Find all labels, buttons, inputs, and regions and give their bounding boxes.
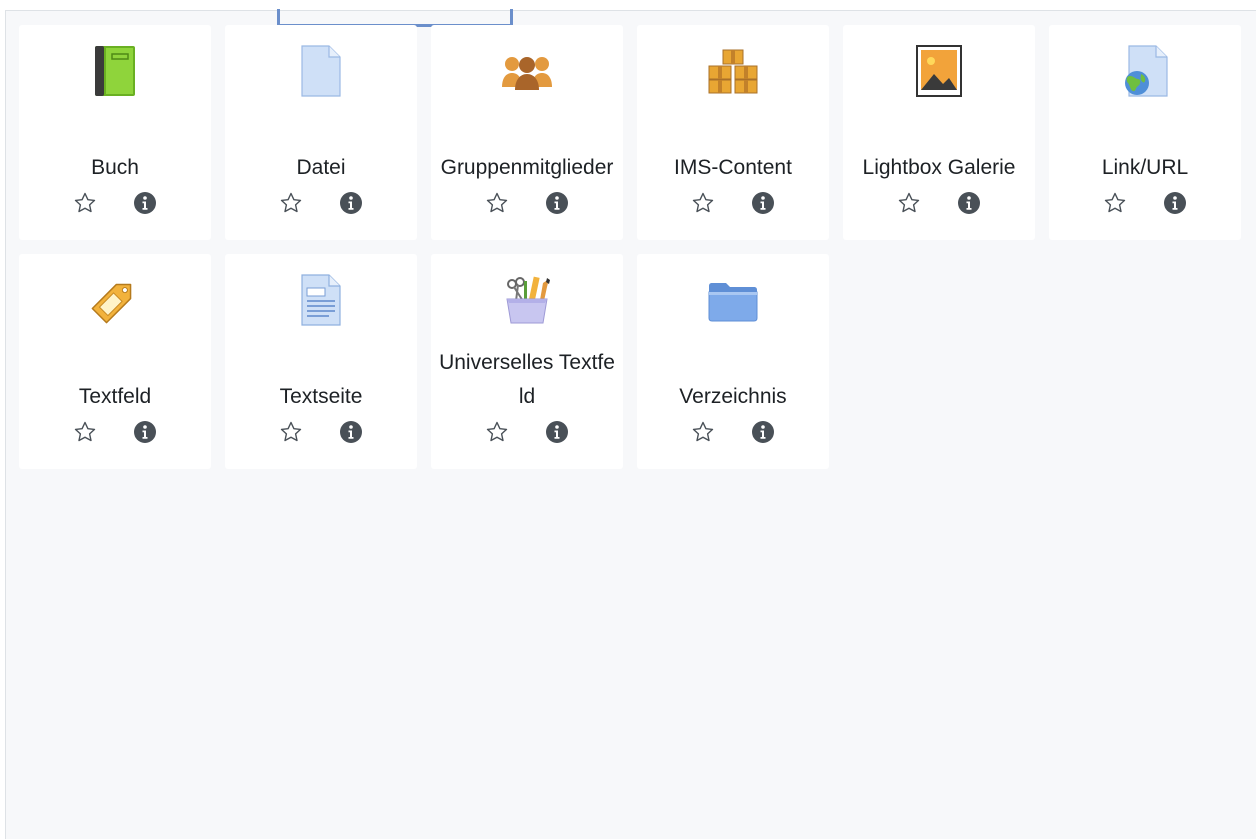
star-icon[interactable] xyxy=(896,190,922,216)
module-actions xyxy=(431,190,623,216)
module-card-lightbox-galerie[interactable]: Lightbox Galerie xyxy=(843,25,1035,240)
module-card-link-url[interactable]: Link/URL xyxy=(1049,25,1241,240)
module-card-textseite[interactable]: Textseite xyxy=(225,254,417,469)
module-label: Universelles Textfeld xyxy=(439,351,615,408)
lightbox-gallery-icon xyxy=(911,43,967,99)
star-icon[interactable] xyxy=(72,419,98,445)
star-icon[interactable] xyxy=(484,419,510,445)
info-circle-icon[interactable] xyxy=(132,190,158,216)
info-circle-icon[interactable] xyxy=(1162,190,1188,216)
info-circle-icon[interactable] xyxy=(544,419,570,445)
label-tag-icon xyxy=(87,272,143,328)
module-card-datei[interactable]: Datei xyxy=(225,25,417,240)
module-actions xyxy=(1049,190,1241,216)
module-actions xyxy=(225,190,417,216)
link-url-icon xyxy=(1117,43,1173,99)
module-label: Textfeld xyxy=(78,385,152,408)
module-actions xyxy=(225,419,417,445)
info-circle-icon[interactable] xyxy=(338,190,364,216)
module-card-verzeichnis[interactable]: Verzeichnis xyxy=(637,254,829,469)
module-label: Verzeichnis xyxy=(679,385,787,408)
module-card-textfeld[interactable]: Textfeld xyxy=(19,254,211,469)
module-actions xyxy=(19,419,211,445)
star-icon[interactable] xyxy=(484,190,510,216)
file-icon xyxy=(293,43,349,99)
star-icon[interactable] xyxy=(278,190,304,216)
star-icon[interactable] xyxy=(278,419,304,445)
book-icon xyxy=(87,43,143,99)
info-circle-icon[interactable] xyxy=(338,419,364,445)
module-label: Datei xyxy=(296,156,346,179)
folder-icon xyxy=(705,272,761,328)
info-circle-icon[interactable] xyxy=(132,419,158,445)
module-grid: Buch Datei Gruppenmitglieder IMS-Content… xyxy=(19,25,1241,469)
universal-textfield-icon xyxy=(499,272,555,328)
star-icon[interactable] xyxy=(72,190,98,216)
info-circle-icon[interactable] xyxy=(956,190,982,216)
star-icon[interactable] xyxy=(1102,190,1128,216)
module-actions xyxy=(431,419,623,445)
module-actions xyxy=(843,190,1035,216)
module-label: Textseite xyxy=(279,385,363,408)
module-label: Buch xyxy=(91,156,139,179)
info-circle-icon[interactable] xyxy=(544,190,570,216)
module-card-buch[interactable]: Buch xyxy=(19,25,211,240)
module-card-universelles-textfeld[interactable]: Universelles Textfeld xyxy=(431,254,623,469)
module-actions xyxy=(19,190,211,216)
module-label: Lightbox Galerie xyxy=(862,156,1016,179)
module-actions xyxy=(637,419,829,445)
group-members-icon xyxy=(499,43,555,99)
ims-content-icon xyxy=(705,43,761,99)
module-card-ims-content[interactable]: IMS-Content xyxy=(637,25,829,240)
star-icon[interactable] xyxy=(690,190,716,216)
module-actions xyxy=(637,190,829,216)
module-label: Link/URL xyxy=(1101,156,1189,179)
star-icon[interactable] xyxy=(690,419,716,445)
info-circle-icon[interactable] xyxy=(750,190,776,216)
info-circle-icon[interactable] xyxy=(750,419,776,445)
module-label: IMS-Content xyxy=(674,156,792,179)
module-card-gruppenmitglieder[interactable]: Gruppenmitglieder xyxy=(431,25,623,240)
module-label: Gruppenmitglieder xyxy=(440,156,614,179)
text-page-icon xyxy=(293,272,349,328)
